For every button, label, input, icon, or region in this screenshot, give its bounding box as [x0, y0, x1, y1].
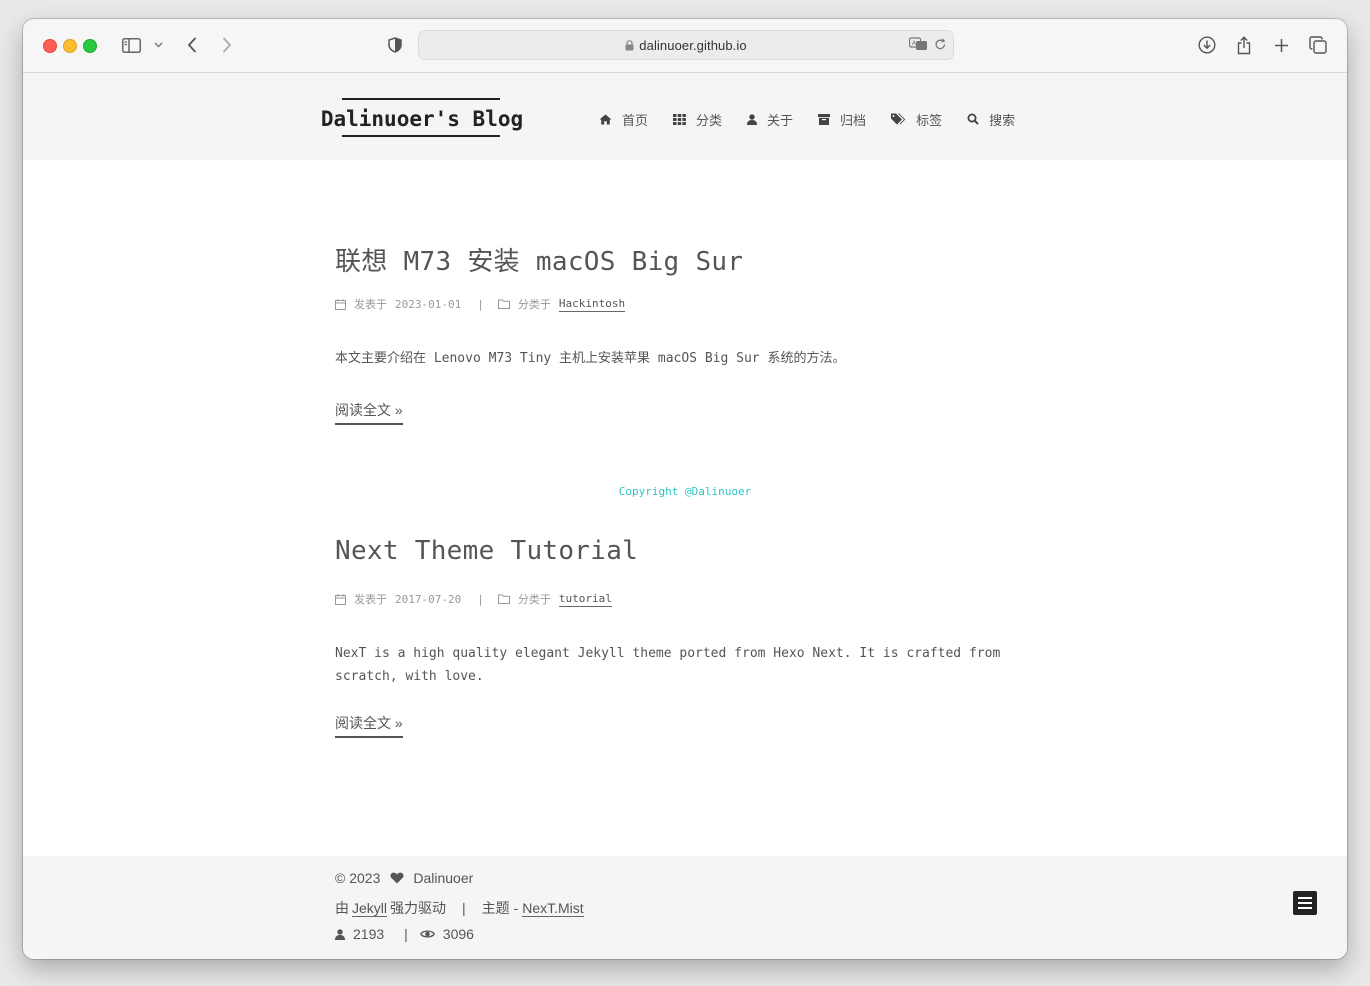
calendar-icon — [335, 593, 346, 605]
footer-year: © 2023 — [335, 870, 381, 886]
site-header: Dalinuoer's Blog 首页 分类 关于 归档 标签 搜索 — [23, 73, 1347, 160]
archive-icon — [818, 113, 831, 125]
close-window-button[interactable] — [43, 39, 57, 53]
menu-item-tags[interactable]: 标签 — [891, 109, 942, 129]
theme-prefix: 主题 - — [481, 900, 519, 916]
new-tab-icon[interactable] — [1271, 33, 1291, 57]
address-bar[interactable]: dalinuoer.github.io A — [418, 30, 954, 60]
footer-copyright: © 2023 Dalinuoer — [335, 870, 473, 886]
post-meta: 发表于 2017-07-20 | 分类于 tutorial — [335, 591, 612, 607]
user-icon — [747, 113, 758, 125]
browser-window: dalinuoer.github.io A Dalinuoer's Blog 首… — [23, 19, 1347, 959]
category-label: 分类于 — [517, 593, 551, 606]
calendar-icon — [335, 298, 346, 310]
brand-top-line — [342, 98, 500, 100]
sidebar-toggle-icon[interactable] — [120, 33, 142, 57]
menu-item-archives[interactable]: 归档 — [818, 109, 866, 129]
menu-item-search[interactable]: 搜索 — [967, 109, 1015, 129]
brand-bottom-line — [342, 135, 500, 137]
site-title[interactable]: Dalinuoer's Blog — [316, 107, 528, 131]
post-excerpt: NexT is a high quality elegant Jekyll th… — [335, 646, 1001, 684]
grid-icon — [673, 113, 686, 125]
home-icon — [599, 114, 612, 124]
post-date: 2017-07-20 — [395, 592, 462, 606]
footer-stats: 2193 | 3096 — [335, 926, 474, 942]
reload-icon[interactable] — [934, 38, 947, 56]
chevron-down-icon[interactable] — [151, 33, 165, 57]
url-text: dalinuoer.github.io — [639, 38, 747, 53]
category-label: 分类于 — [517, 298, 551, 311]
footer-divider: | — [462, 900, 466, 916]
menu-item-home[interactable]: 首页 — [599, 109, 648, 129]
back-icon[interactable] — [183, 33, 201, 57]
browser-toolbar: dalinuoer.github.io A — [23, 19, 1347, 73]
tags-icon — [891, 113, 906, 125]
privacy-shield-icon[interactable] — [386, 33, 404, 57]
folder-icon — [497, 299, 510, 309]
posted-label: 发表于 — [354, 298, 387, 311]
site-brand[interactable]: Dalinuoer's Blog — [316, 98, 528, 137]
post-item: 联想 M73 安装 macOS Big Sur 发表于 2023-01-01 |… — [335, 241, 1055, 425]
post-title[interactable]: Next Theme Tutorial — [335, 536, 1055, 566]
copyright-text: Copyright @Dalinuoer — [618, 485, 752, 498]
jekyll-link[interactable]: Jekyll — [352, 900, 388, 917]
view-count: 3096 — [442, 926, 474, 942]
menu-item-label: 搜索 — [989, 112, 1016, 128]
menu-item-label: 归档 — [840, 112, 867, 128]
visitor-count: 2193 — [353, 926, 385, 942]
tab-overview-icon[interactable] — [1308, 33, 1328, 57]
forward-icon[interactable] — [218, 33, 236, 57]
category-link[interactable]: tutorial — [558, 592, 612, 607]
powered-suffix: 强力驱动 — [390, 900, 447, 916]
downloads-icon[interactable] — [1197, 33, 1217, 57]
site-footer: © 2023 Dalinuoer 由 Jekyll 强力驱动 | 主题 - Ne… — [23, 856, 1347, 959]
search-icon — [967, 113, 979, 125]
category-link[interactable]: Hackintosh — [558, 297, 626, 312]
read-more-button[interactable]: 阅读全文 » — [335, 713, 403, 738]
sidebar-toggle-button[interactable] — [1293, 891, 1317, 915]
maximize-window-button[interactable] — [83, 39, 97, 53]
read-more-button[interactable]: 阅读全文 » — [335, 400, 403, 425]
user-icon — [335, 928, 345, 940]
footer-powered: 由 Jekyll 强力驱动 | 主题 - NexT.Mist — [335, 898, 584, 918]
heart-icon — [390, 872, 404, 884]
post-item: Next Theme Tutorial 发表于 2017-07-20 | 分类于… — [335, 536, 1055, 738]
eye-icon — [419, 930, 435, 938]
folder-icon — [497, 594, 510, 604]
post-meta: 发表于 2023-01-01 | 分类于 Hackintosh — [335, 296, 626, 312]
powered-prefix: 由 — [335, 900, 349, 916]
theme-link[interactable]: NexT.Mist — [522, 900, 584, 917]
minimize-window-button[interactable] — [63, 39, 77, 53]
menu-item-label: 标签 — [916, 112, 943, 128]
site-menu: 首页 分类 关于 归档 标签 搜索 — [599, 109, 1040, 129]
post-excerpt: 本文主要介绍在 Lenovo M73 Tiny 主机上安装苹果 macOS Bi… — [335, 351, 846, 366]
menu-item-label: 分类 — [696, 112, 723, 128]
translate-icon[interactable]: A — [908, 37, 928, 56]
posted-label: 发表于 — [354, 593, 387, 606]
menu-item-label: 关于 — [767, 112, 794, 128]
share-icon[interactable] — [1234, 33, 1254, 57]
menu-item-categories[interactable]: 分类 — [673, 109, 722, 129]
lock-icon — [625, 39, 634, 54]
meta-divider: | — [477, 592, 484, 606]
menu-item-label: 首页 — [622, 112, 649, 128]
post-title[interactable]: 联想 M73 安装 macOS Big Sur — [335, 241, 1055, 278]
meta-divider: | — [477, 297, 484, 311]
footer-author: Dalinuoer — [413, 870, 474, 886]
menu-item-about[interactable]: 关于 — [747, 109, 793, 129]
footer-divider: | — [404, 926, 408, 942]
post-date: 2023-01-01 — [395, 297, 462, 311]
